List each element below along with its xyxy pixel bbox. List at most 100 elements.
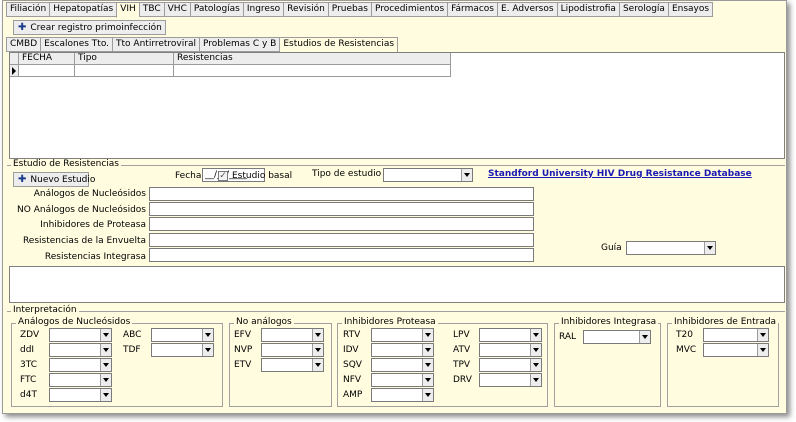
chevron-down-icon[interactable] xyxy=(100,344,111,356)
chevron-down-icon[interactable] xyxy=(422,389,433,401)
nucleosido-3-select[interactable] xyxy=(49,373,112,387)
chevron-down-icon[interactable] xyxy=(100,374,111,386)
proteasa-2-select[interactable] xyxy=(371,358,434,372)
sub-tab[interactable]: Problemas C y B xyxy=(198,37,280,52)
resistencias-grid[interactable]: FECHA Tipo Resistencias xyxy=(9,52,785,159)
integrasa-0-select[interactable] xyxy=(583,330,651,344)
main-tab[interactable]: Pruebas xyxy=(327,2,371,17)
entrada-1-select[interactable] xyxy=(703,343,769,357)
chevron-down-icon[interactable] xyxy=(530,344,541,356)
entrada-1-label: MVC xyxy=(676,345,697,355)
nucleosido-b-0-select[interactable] xyxy=(151,328,214,342)
proteasa-1-label: IDV xyxy=(343,345,359,355)
tipo-estudio-select[interactable] xyxy=(383,168,473,182)
chevron-down-icon[interactable] xyxy=(704,242,715,254)
main-tab[interactable]: Patologías xyxy=(189,2,243,17)
grid-col-fecha[interactable]: FECHA xyxy=(19,53,75,65)
entrada-0-select[interactable] xyxy=(703,328,769,342)
proteasa-b-2-select[interactable] xyxy=(479,358,542,372)
resultado-memo[interactable] xyxy=(9,266,785,303)
chevron-down-icon[interactable] xyxy=(202,344,213,356)
plus-icon: ✚ xyxy=(18,22,27,33)
guia-select[interactable] xyxy=(626,241,716,255)
nucleosido-0-select[interactable] xyxy=(49,328,112,342)
estudio-basal-checkbox[interactable]: ✓ xyxy=(218,171,228,181)
grid-cell-fecha[interactable] xyxy=(19,65,75,77)
proteasa-b-1-select[interactable] xyxy=(479,343,542,357)
main-tab[interactable]: VIH xyxy=(116,2,139,18)
proteasa-b-3-select[interactable] xyxy=(479,373,542,387)
proteasa-input[interactable] xyxy=(149,217,534,231)
main-tab[interactable]: Ingreso xyxy=(242,2,284,17)
nuevo-estudio-button[interactable]: ✚ Nuevo Estudio xyxy=(13,172,95,187)
crear-registro-button[interactable]: ✚ Crear registro primoinfección xyxy=(13,20,166,35)
integrasa-input[interactable] xyxy=(149,248,534,262)
no-analogo-2-select[interactable] xyxy=(261,358,324,372)
grid-col-tipo[interactable]: Tipo xyxy=(75,53,174,65)
main-tab[interactable]: TBC xyxy=(138,2,164,17)
chevron-down-icon[interactable] xyxy=(422,344,433,356)
main-tab[interactable]: Lipodistrofia xyxy=(556,2,619,17)
proteasa-4-select[interactable] xyxy=(371,388,434,402)
proteasa-1-select[interactable] xyxy=(371,343,434,357)
main-tab[interactable]: Hepatopatías xyxy=(49,2,117,17)
grid-col-resistencias[interactable]: Resistencias xyxy=(174,53,451,65)
sub-tab[interactable]: CMBD xyxy=(6,37,41,52)
proteasa-b-2-label: TPV xyxy=(453,360,471,370)
main-tab[interactable]: E. Adversos xyxy=(497,2,557,17)
chevron-down-icon[interactable] xyxy=(530,374,541,386)
main-tab[interactable]: Filiación xyxy=(6,2,50,17)
proteasa-4-label: AMP xyxy=(343,390,363,400)
nucleosido-1-select[interactable] xyxy=(49,343,112,357)
grid-cell-tipo[interactable] xyxy=(75,65,174,77)
chevron-down-icon[interactable] xyxy=(100,359,111,371)
stanford-db-link[interactable]: Standford University HIV Drug Resistance… xyxy=(488,169,752,179)
no-analogos-input[interactable] xyxy=(149,202,534,216)
chevron-down-icon[interactable] xyxy=(530,329,541,341)
chevron-down-icon[interactable] xyxy=(639,331,650,343)
chevron-down-icon[interactable] xyxy=(422,359,433,371)
grid-cell-resistencias[interactable] xyxy=(174,65,451,77)
main-tab[interactable]: Procedimientos xyxy=(370,2,448,17)
proteasa-b-0-select[interactable] xyxy=(479,328,542,342)
chevron-down-icon[interactable] xyxy=(422,329,433,341)
chevron-down-icon[interactable] xyxy=(757,329,768,341)
chevron-down-icon[interactable] xyxy=(312,359,323,371)
sub-tab[interactable]: Estudios de Resistencias xyxy=(279,37,399,53)
nucleosido-2-select[interactable] xyxy=(49,358,112,372)
proteasa-2-label: SQV xyxy=(343,360,362,370)
estudio-basal-label: Estudio basal xyxy=(232,171,293,181)
no-analogo-2-label: ETV xyxy=(234,360,252,370)
proteasa-b-0-label: LPV xyxy=(453,330,470,340)
proteasa-3-select[interactable] xyxy=(371,373,434,387)
nucleosido-4-select[interactable] xyxy=(49,388,112,402)
chevron-down-icon[interactable] xyxy=(312,344,323,356)
main-tab[interactable]: Ensayos xyxy=(667,2,714,17)
chevron-down-icon[interactable] xyxy=(422,374,433,386)
chevron-down-icon[interactable] xyxy=(100,389,111,401)
nucleosido-3-label: FTC xyxy=(20,375,37,385)
chevron-down-icon[interactable] xyxy=(757,344,768,356)
main-tab[interactable]: Fármacos xyxy=(447,2,497,17)
chevron-down-icon[interactable] xyxy=(100,329,111,341)
chevron-down-icon[interactable] xyxy=(461,169,472,181)
sub-tab[interactable]: Escalones Tto. xyxy=(40,37,113,52)
main-tab[interactable]: VHC xyxy=(163,2,190,17)
grid-row[interactable] xyxy=(10,65,451,77)
no-analogo-0-select[interactable] xyxy=(261,328,324,342)
main-tab[interactable]: Serología xyxy=(618,2,668,17)
main-tab[interactable]: Revisión xyxy=(283,2,328,17)
envuelta-label: Resistencias de la Envuelta xyxy=(22,236,146,246)
no-analogo-1-select[interactable] xyxy=(261,343,324,357)
chevron-down-icon[interactable] xyxy=(530,359,541,371)
row-pointer-icon xyxy=(12,67,16,75)
estudio-group-title: Estudio de Resistencias xyxy=(11,159,121,169)
nucleosido-b-1-select[interactable] xyxy=(151,343,214,357)
nucleosido-2-label: 3TC xyxy=(20,360,37,370)
proteasa-0-select[interactable] xyxy=(371,328,434,342)
sub-tab[interactable]: Tto Antirretroviral xyxy=(112,37,199,52)
analogos-input[interactable] xyxy=(149,187,534,201)
chevron-down-icon[interactable] xyxy=(312,329,323,341)
chevron-down-icon[interactable] xyxy=(202,329,213,341)
envuelta-input[interactable] xyxy=(149,233,534,247)
